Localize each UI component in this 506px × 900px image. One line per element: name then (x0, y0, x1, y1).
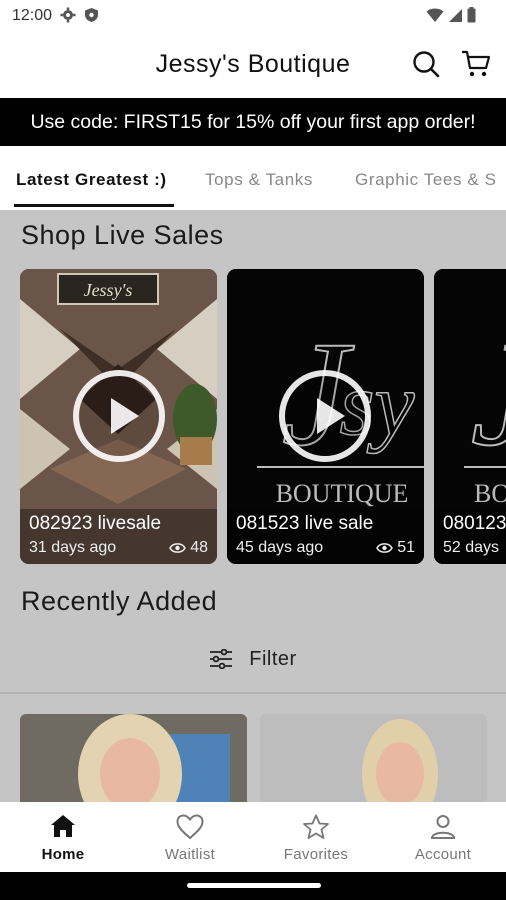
bottom-nav: Home Waitlist Favorites Account (0, 802, 506, 872)
svg-text:J: J (471, 311, 506, 477)
live-sale-name: 081523 live sale (236, 513, 374, 534)
tab-graphic-tees[interactable]: Graphic Tees & S (355, 170, 497, 190)
status-icons-right (426, 7, 476, 23)
nav-label: Favorites (283, 846, 349, 863)
cart-button[interactable] (460, 48, 492, 80)
view-count: 48 (190, 539, 208, 556)
system-nav-bar (0, 872, 506, 900)
boutique-logo-text: BOUTIQUE (276, 479, 409, 508)
product-image (20, 714, 247, 802)
tab-indicator (14, 204, 174, 207)
category-tabs: Latest Greatest :) Tops & Tanks Graphic … (0, 146, 506, 210)
svg-text:BO: BO (474, 479, 506, 508)
shield-icon (85, 8, 98, 22)
product-card[interactable] (20, 714, 247, 802)
status-time: 12:00 (12, 7, 53, 24)
eye-icon (169, 543, 187, 553)
status-bar: 12:00 (0, 0, 506, 32)
tab-tops-tanks[interactable]: Tops & Tanks (205, 170, 313, 190)
live-sales-title: Shop Live Sales (21, 220, 224, 250)
view-count: 51 (397, 539, 415, 556)
settings-icon (60, 7, 76, 23)
product-card[interactable] (260, 714, 487, 802)
cart-icon (462, 50, 491, 77)
signal-icon (449, 8, 462, 22)
nav-label: Waitlist (164, 846, 216, 863)
filter-button[interactable]: Filter (0, 642, 506, 676)
nav-home[interactable]: Home (0, 802, 126, 872)
nav-favorites[interactable]: Favorites (253, 802, 379, 872)
nav-account[interactable]: Account (380, 802, 506, 872)
live-sale-age: 31 days ago (29, 539, 117, 556)
promo-banner[interactable]: Use code: FIRST15 for 15% off your first… (0, 98, 506, 146)
recently-added-title: Recently Added (21, 586, 218, 616)
live-sale-views: 48 (169, 539, 208, 557)
live-sale-age: 52 days (443, 539, 500, 556)
live-sale-name: 082923 livesale (29, 513, 162, 534)
live-sale-card[interactable]: J sy BOUTIQUE 081523 live sale 45 days a… (227, 269, 424, 564)
person-icon (430, 815, 456, 839)
filter-label: Filter (249, 647, 297, 670)
wifi-icon (426, 8, 444, 22)
eye-icon (376, 543, 394, 553)
live-sale-views: 51 (376, 539, 415, 557)
nav-label: Home (41, 846, 85, 863)
search-icon (413, 51, 440, 78)
battery-icon (467, 7, 476, 23)
tab-latest-greatest[interactable]: Latest Greatest :) (16, 170, 167, 190)
svg-text:Jessy's: Jessy's (84, 280, 133, 300)
home-icon (51, 815, 75, 837)
play-icon (279, 370, 371, 462)
live-sale-card[interactable]: Jessy's 082923 livesale 31 days ago 48 (20, 269, 217, 564)
live-sale-age: 45 days ago (236, 539, 324, 556)
live-sale-card[interactable]: J BO 080123 52 days (434, 269, 506, 564)
nav-waitlist[interactable]: Waitlist (127, 802, 253, 872)
divider (0, 692, 506, 694)
heart-icon (176, 814, 204, 840)
product-image (260, 714, 487, 802)
app-header: Jessy's Boutique (0, 32, 506, 98)
star-icon (303, 814, 329, 839)
home-gesture-pill[interactable] (187, 883, 321, 888)
play-icon (72, 370, 165, 462)
search-button[interactable] (410, 48, 442, 80)
live-sale-name: 080123 (443, 513, 506, 534)
filter-icon (210, 649, 233, 669)
nav-label: Account (414, 846, 472, 863)
main-content: Shop Live Sales Jessy's 082923 livesale … (0, 210, 506, 802)
status-icons-left (60, 7, 99, 23)
